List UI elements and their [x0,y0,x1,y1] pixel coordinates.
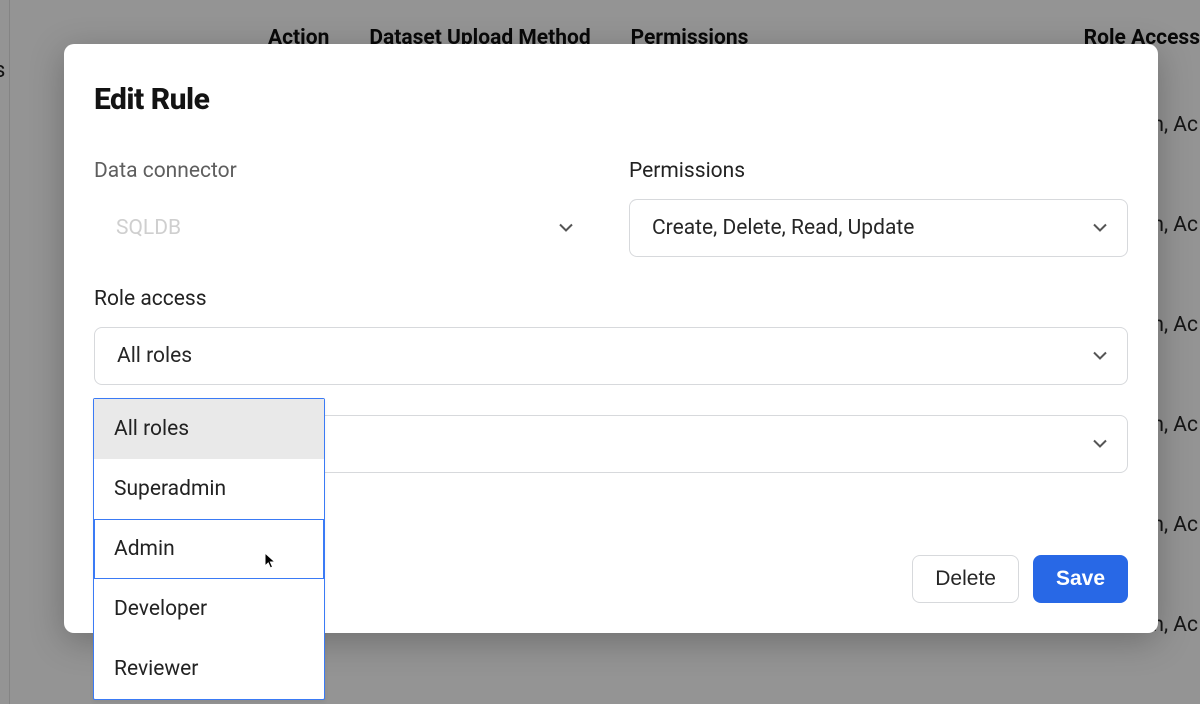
caret-down-icon [1093,224,1107,233]
permissions-label: Permissions [629,159,1128,183]
data-connector-label: Data connector [94,159,593,183]
field-role-access: Role access All roles [94,287,1128,385]
field-data-connector: Data connector SQLDB [94,159,593,257]
role-option[interactable]: Superadmin [94,459,324,519]
modal-title: Edit Rule [94,82,1128,117]
data-connector-value: SQLDB [116,216,181,240]
delete-button[interactable]: Delete [912,555,1019,603]
caret-down-icon [1093,352,1107,361]
permissions-value: Create, Delete, Read, Update [652,216,914,240]
role-access-label: Role access [94,287,1128,311]
role-option[interactable]: Admin [94,519,324,579]
field-permissions: Permissions Create, Delete, Read, Update [629,159,1128,257]
caret-down-icon [559,224,573,233]
role-option[interactable]: Developer [94,579,324,639]
role-access-select[interactable]: All roles [94,327,1128,385]
modal-footer: Delete Save [912,555,1128,603]
role-option[interactable]: All roles [94,399,324,459]
role-access-value: All roles [117,344,192,368]
save-button[interactable]: Save [1033,555,1128,603]
data-connector-select[interactable]: SQLDB [94,199,593,257]
role-option[interactable]: Reviewer [94,639,324,699]
permissions-select[interactable]: Create, Delete, Read, Update [629,199,1128,257]
caret-down-icon [1093,440,1107,449]
role-access-dropdown[interactable]: All rolesSuperadminAdminDeveloperReviewe… [93,398,325,700]
